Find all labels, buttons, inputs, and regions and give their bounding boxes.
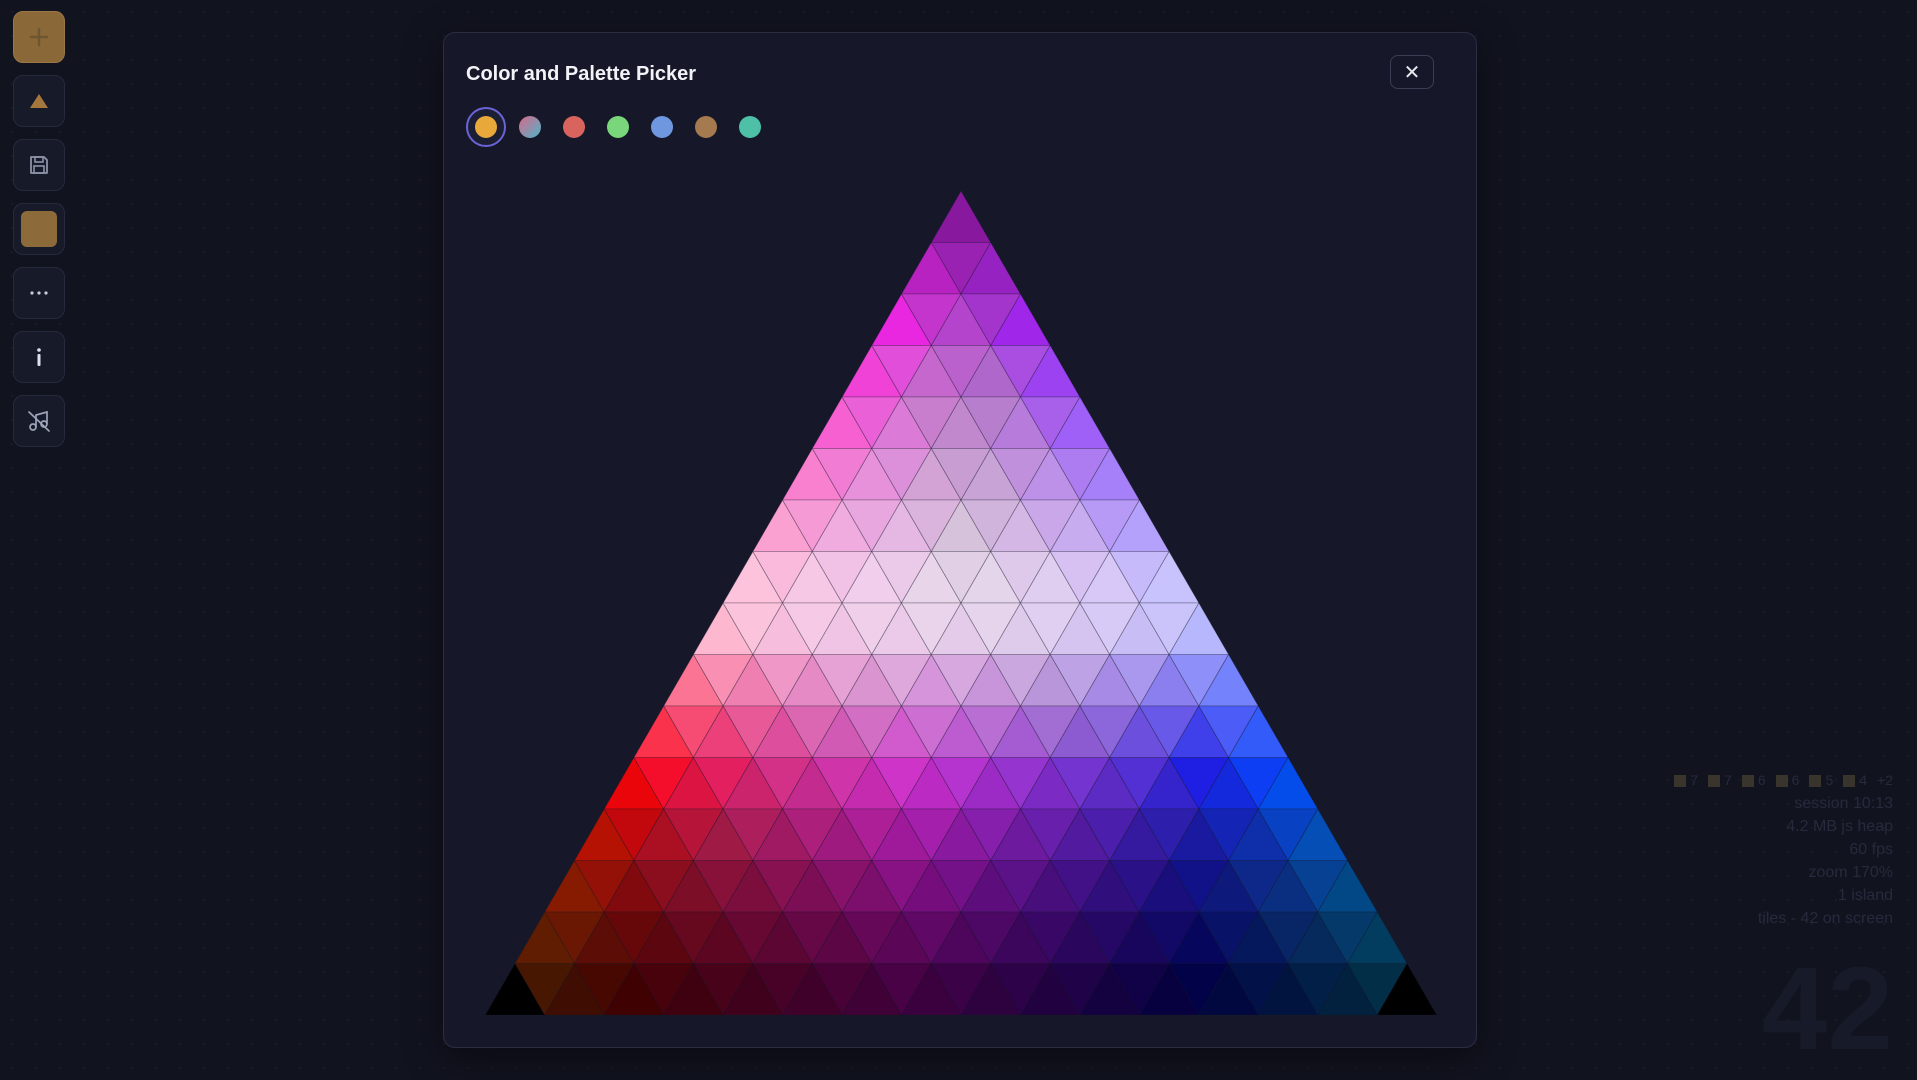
heap-text: 4.2 MB js heap (1786, 818, 1893, 835)
swatch-dot (519, 116, 541, 138)
tile-count-large: 42 (1761, 943, 1893, 1075)
legend-item: 7 (1674, 769, 1698, 792)
add-button[interactable] (13, 11, 65, 63)
triangle-icon (30, 94, 48, 108)
palette-swatch-brown[interactable] (686, 107, 726, 147)
save-button[interactable] (13, 139, 65, 191)
tile-legend: 7 7 6 6 5 4 +2 (1668, 769, 1893, 792)
current-color-swatch (21, 211, 57, 247)
palette-swatches (466, 107, 774, 147)
legend-item: 4 (1843, 769, 1867, 792)
more-button[interactable] (13, 267, 65, 319)
stats-panel: 7 7 6 6 5 4 +2 session 10:13 4.2 MB js h… (1668, 769, 1893, 930)
palette-swatch-blue[interactable] (642, 107, 682, 147)
swatch-dot (651, 116, 673, 138)
triangle-color-picker[interactable] (466, 173, 1456, 1035)
color-cell[interactable] (930, 190, 992, 243)
legend-count: 4 (1859, 772, 1868, 788)
legend-count: 5 (1825, 772, 1834, 788)
palette-swatch-amber[interactable] (466, 107, 506, 147)
info-button[interactable] (13, 331, 65, 383)
more-icon (30, 291, 48, 295)
swatch-dot (475, 116, 497, 138)
save-icon (30, 156, 48, 174)
info-icon (37, 348, 41, 366)
palette-swatch-teal[interactable] (730, 107, 770, 147)
legend-swatch (1809, 774, 1822, 787)
color-button[interactable] (13, 203, 65, 255)
island-text: 1 island (1837, 887, 1893, 904)
palette-swatch-red[interactable] (554, 107, 594, 147)
color-picker-modal: Color and Palette Picker ✕ (443, 32, 1477, 1048)
swatch-dot (607, 116, 629, 138)
legend-swatch (1741, 774, 1754, 787)
legend-item: 7 (1708, 769, 1732, 792)
legend-swatch (1775, 774, 1788, 787)
palette-swatch-green[interactable] (598, 107, 638, 147)
legend-swatch (1674, 774, 1687, 787)
legend-count: 7 (1690, 772, 1699, 788)
music-toggle-button[interactable] (13, 395, 65, 447)
zoom-text: zoom 170% (1808, 864, 1894, 881)
modal-title: Color and Palette Picker (466, 63, 697, 85)
legend-item: 5 (1809, 769, 1833, 792)
no-music-icon (28, 410, 50, 432)
close-button[interactable]: ✕ (1390, 55, 1434, 89)
close-icon: ✕ (1403, 61, 1421, 84)
legend-count: 7 (1724, 772, 1732, 788)
left-toolbar (13, 11, 67, 459)
shape-tool-button[interactable] (13, 75, 65, 127)
legend-swatch (1708, 774, 1721, 787)
plus-icon (29, 27, 49, 47)
legend-more: +2 (1877, 772, 1893, 788)
session-text: session 10:13 (1794, 795, 1893, 812)
swatch-dot (739, 116, 761, 138)
legend-count: 6 (1757, 772, 1766, 788)
legend-item: 6 (1741, 769, 1766, 792)
legend-count: 6 (1791, 772, 1800, 788)
legend-item: 6 (1775, 769, 1800, 792)
fps-text: 60 fps (1849, 841, 1893, 858)
tiles-text: tiles - 42 on screen (1757, 910, 1893, 927)
palette-swatch-gradient[interactable] (510, 107, 550, 147)
swatch-dot (695, 116, 717, 138)
legend-swatch (1843, 774, 1856, 787)
swatch-dot (563, 116, 585, 138)
